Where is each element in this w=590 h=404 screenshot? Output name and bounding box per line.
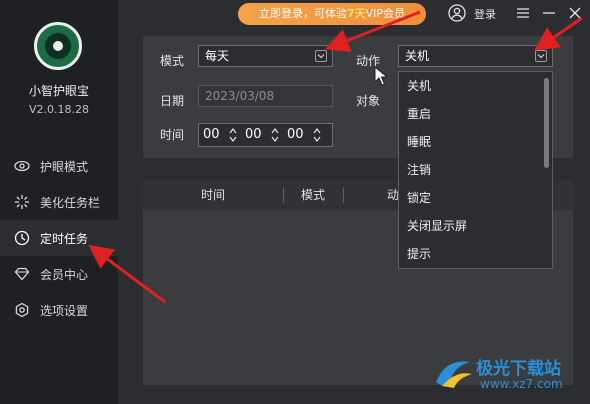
- arrow-to-action: [534, 16, 583, 51]
- watermark-url: www.xz7.com: [480, 377, 563, 391]
- arrow-to-mode: [324, 10, 421, 52]
- watermark: 极光下载站 www.xz7.com: [432, 352, 582, 398]
- watermark-text: 极光下载站: [476, 359, 561, 379]
- watermark-logo-icon: [436, 361, 472, 388]
- arrow-to-scheduled-task: [88, 244, 166, 304]
- annotation-arrows: [88, 10, 583, 304]
